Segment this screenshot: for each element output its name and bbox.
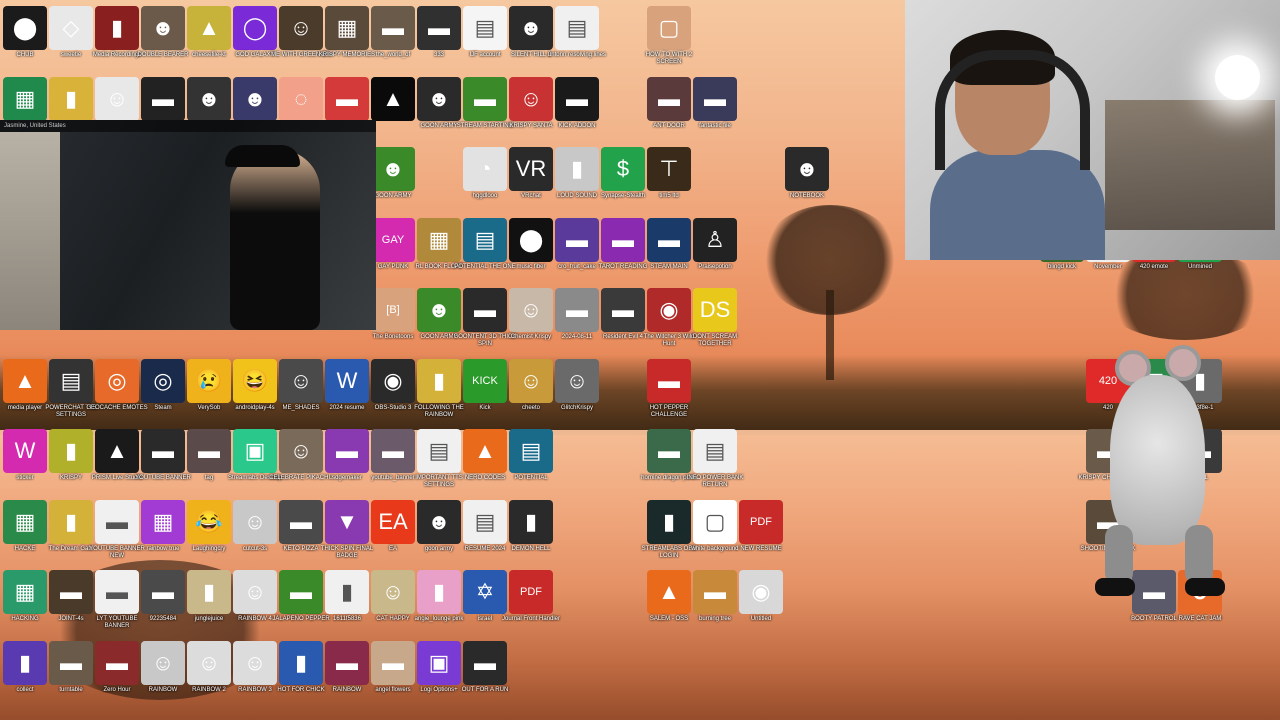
desktop-icon-label: KICK ADDON: [558, 122, 596, 129]
desktop-icon[interactable]: ♙ Praisepotion: [683, 217, 747, 288]
desktop-icon[interactable]: ⊤ tim5 ltd: [637, 147, 701, 217]
desktop-icon-image: ☻: [371, 147, 415, 191]
desktop-icon-image: ▤: [693, 429, 737, 473]
desktop-icon-label: DONT SCREAM TOGETHER: [692, 334, 738, 347]
video-person: [230, 150, 320, 330]
desktop-icon-image: PDF: [509, 570, 553, 614]
desktop-icon-image: ☺: [555, 358, 599, 403]
acacia-trunk: [826, 290, 834, 380]
desktop-icon-label: NOTEBOOK: [789, 193, 824, 199]
desktop-icon-label: Praisepotion: [698, 263, 732, 270]
desktop-icon-image: ▬: [555, 76, 599, 121]
desktop-icon-label: OUT FOR A RUN: [461, 686, 509, 693]
webcam-streamer: [930, 30, 1105, 260]
webcam-shelf: [1105, 100, 1275, 230]
desktop-icon[interactable]: ☺ GlitchKrispy: [545, 358, 609, 429]
video-person-cap: [225, 145, 300, 167]
desktop-icon[interactable]: PDF Journal Front Handler: [499, 570, 563, 640]
desktop-icon[interactable]: PDF NEW RESUME: [729, 499, 793, 570]
desktop-icon[interactable]: ▬ OUT FOR A RUN: [453, 640, 517, 711]
desktop-icon-image: ▬: [693, 76, 737, 121]
desktop-icon-label: HOT PEPPER CHALLENGE: [649, 404, 689, 418]
desktop-icon[interactable]: ▬ HOT PEPPER CHALLENGE: [637, 358, 701, 429]
desktop-icon-image: ◉: [739, 570, 783, 614]
desktop-icon-label: fantastic file: [699, 122, 731, 129]
rat-leg: [1105, 525, 1133, 585]
desktop-icon-image: ▤: [509, 429, 553, 473]
video-window[interactable]: Jasmine, United States: [0, 120, 376, 330]
desktop-background: ⬤ CHUB ◇ sweetie ▮ Media Recordings ☻ DOUBLE BE…: [0, 0, 1280, 720]
desktop-icon[interactable]: ▤ INFO POWER BANK RETURN: [683, 429, 747, 499]
desktop-icon-image: ♙: [693, 217, 737, 262]
desktop-icon-image: ▤: [555, 6, 599, 50]
desktop-icon-image: ▢: [647, 6, 691, 50]
desktop-icon-label: Unmined: [1187, 263, 1212, 270]
desktop-icon-image: ▬: [647, 358, 691, 403]
desktop-icon-label: HOW TO WITH 2 SCREEN: [645, 52, 693, 65]
desktop-icon-image: ⊤: [647, 147, 691, 191]
desktop-icon-label: untonn resolving lines: [547, 52, 607, 58]
desktop-icon[interactable]: ▮ DEMON HELL: [499, 499, 563, 570]
desktop-icon-image: ▬: [463, 640, 507, 685]
rat-body: [1110, 375, 1205, 545]
desktop-icon[interactable]: ▤ untonn resolving lines: [545, 6, 609, 76]
desktop-icon-label: NEW RESUME: [740, 545, 782, 552]
desktop-icon-image: ☻: [785, 147, 829, 191]
headset-icon: [935, 50, 1090, 170]
desktop-icon-label: GlitchKrispy: [560, 404, 593, 411]
rat-shoe: [1095, 578, 1135, 596]
webcam-overlay: [905, 0, 1280, 260]
rat-leg: [1185, 525, 1213, 585]
rat-shoe: [1185, 578, 1225, 596]
desktop-icon[interactable]: ▬ KICK ADDON: [545, 76, 609, 147]
desktop-icon[interactable]: DS DONT SCREAM TOGETHER: [683, 288, 747, 358]
desktop-icon[interactable]: ▬ fantastic file: [683, 76, 747, 147]
desktop-icon-label: Journal Front Handler: [501, 616, 561, 622]
desktop-icon-label: INFO POWER BANK RETURN: [686, 475, 744, 488]
video-window-titlebar: Jasmine, United States: [0, 120, 376, 132]
desktop-icon-image: PDF: [739, 499, 783, 544]
desktop-icon[interactable]: ▢ HOW TO WITH 2 SCREEN: [637, 6, 701, 76]
webcam-light: [1215, 55, 1260, 100]
desktop-icon[interactable]: ▤ POTENTIAL: [499, 429, 563, 499]
desktop-icon-label: DEMON HELL: [511, 545, 551, 552]
desktop-icon-label: tim5 ltd: [659, 193, 679, 199]
dancing-rat-overlay: [1085, 330, 1235, 600]
desktop-icon[interactable]: ☻ NOTEBOOK: [775, 147, 839, 217]
desktop-icon-label: RAVE CAT JAM: [1178, 616, 1222, 622]
video-chat-overlay: [0, 280, 60, 320]
desktop-icon-label: POTENTIAL: [514, 475, 548, 481]
desktop-icon-label: Untitled: [750, 616, 772, 622]
desktop-icon-image: ▮: [509, 499, 553, 544]
desktop-icon-image: DS: [693, 288, 737, 332]
desktop-icon[interactable]: ◉ Untitled: [729, 570, 793, 640]
